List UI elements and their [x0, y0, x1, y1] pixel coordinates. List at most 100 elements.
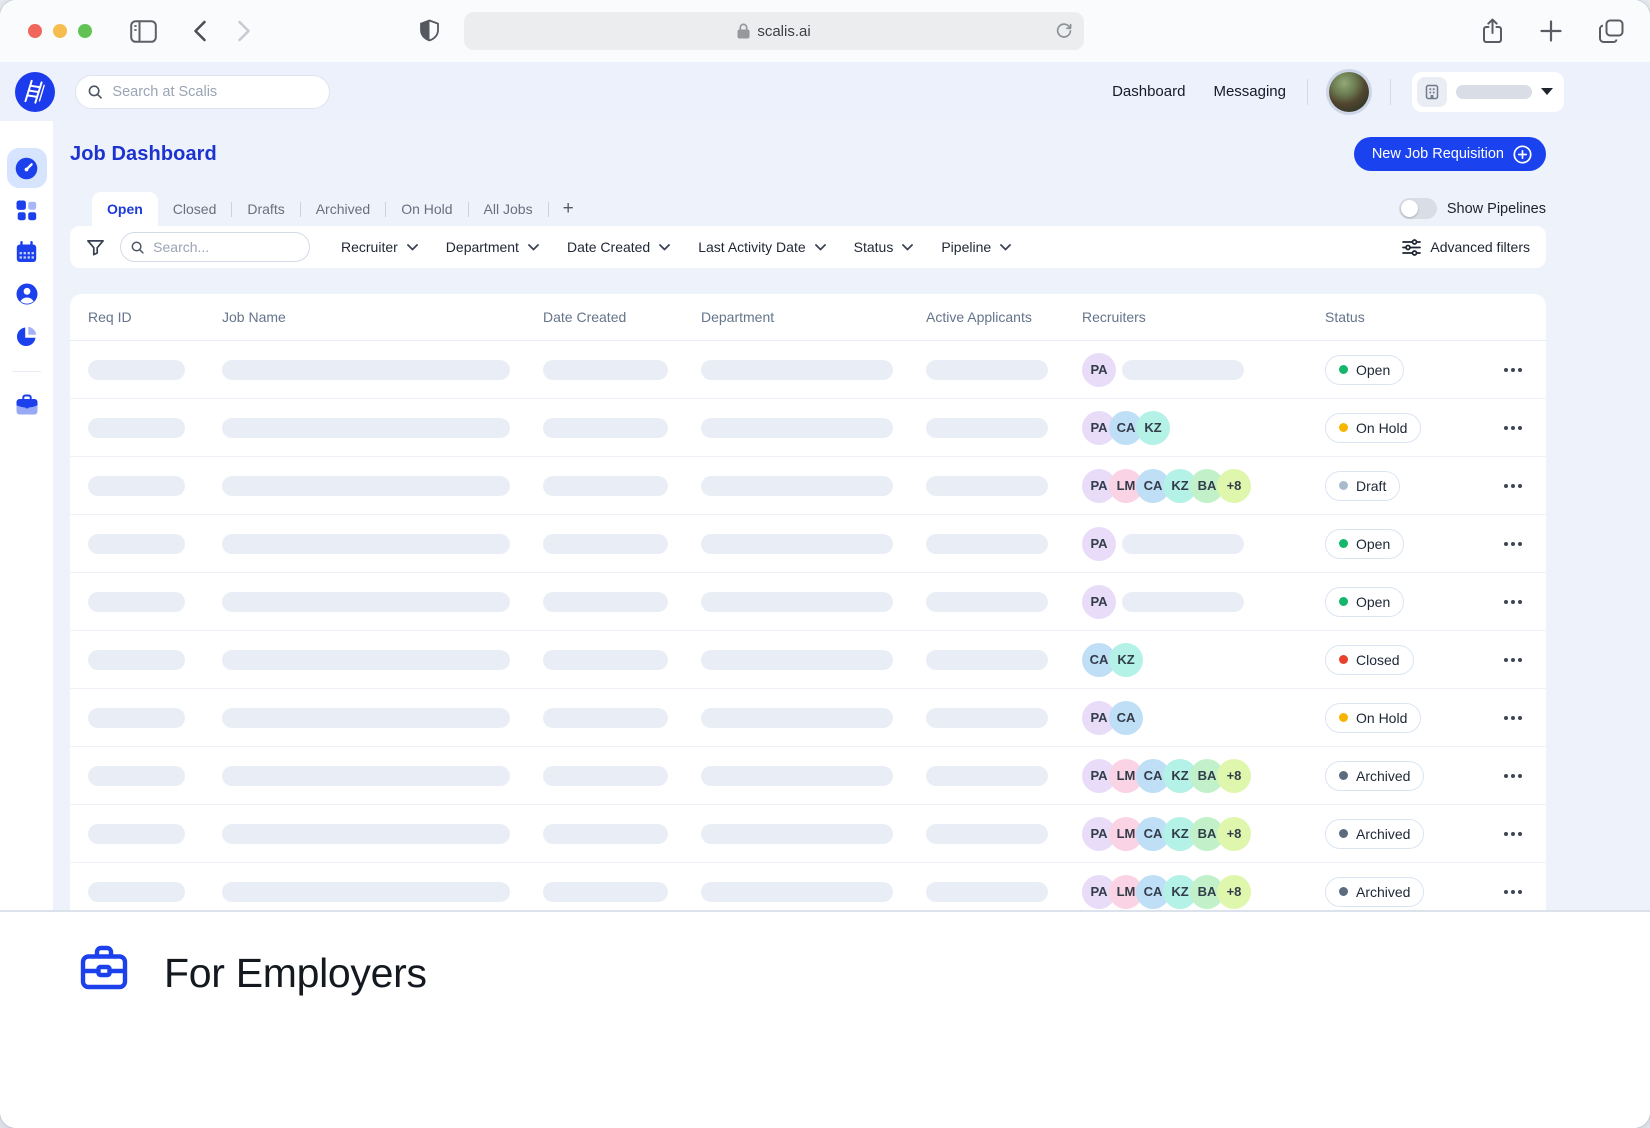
skeleton-cell	[926, 882, 1048, 902]
nav-link-dashboard[interactable]: Dashboard	[1112, 83, 1185, 100]
tab-open[interactable]: Open	[92, 192, 158, 226]
actions-cell	[1490, 766, 1528, 786]
window-zoom-button[interactable]	[78, 24, 92, 38]
tab-on-hold[interactable]: On Hold	[386, 192, 467, 226]
recruiter-avatar[interactable]: +8	[1217, 469, 1251, 503]
advanced-filters-button[interactable]: Advanced filters	[1402, 239, 1530, 256]
table-search[interactable]	[120, 232, 310, 262]
filter-dropdown-label: Department	[446, 239, 519, 255]
filter-dropdown-recruiter[interactable]: Recruiter	[327, 239, 432, 255]
sidebar-toggle-icon[interactable]	[130, 20, 157, 43]
new-tab-icon[interactable]	[1540, 20, 1562, 42]
global-search-input[interactable]	[110, 83, 317, 101]
skeleton-cell	[543, 882, 668, 902]
table-header-row: Req IDJob NameDate CreatedDepartmentActi…	[70, 294, 1546, 341]
skeleton-cell	[222, 766, 510, 786]
status-label: Open	[1356, 536, 1390, 552]
skeleton-cell	[88, 476, 185, 496]
row-menu-button[interactable]	[1498, 534, 1528, 554]
recruiter-avatar[interactable]: PA	[1082, 585, 1116, 619]
sidebar-item-reports[interactable]	[7, 316, 47, 356]
sidebar	[0, 121, 53, 910]
recruiter-avatar[interactable]: KZ	[1109, 643, 1143, 677]
row-menu-button[interactable]	[1498, 418, 1528, 438]
chevron-down-icon	[407, 244, 418, 251]
row-menu-button[interactable]	[1498, 650, 1528, 670]
actions-cell	[1490, 882, 1528, 902]
skeleton-cell	[222, 824, 510, 844]
filter-dropdown-department[interactable]: Department	[432, 239, 553, 255]
browser-window: scalis.ai Dashboard Messaging	[0, 0, 1650, 1128]
tab-archived[interactable]: Archived	[301, 192, 385, 226]
new-job-requisition-button[interactable]: New Job Requisition	[1354, 137, 1546, 171]
address-bar[interactable]: scalis.ai	[464, 12, 1084, 50]
row-menu-button[interactable]	[1498, 766, 1528, 786]
tab-all-jobs[interactable]: All Jobs	[469, 192, 548, 226]
shield-icon[interactable]	[419, 19, 440, 43]
refresh-icon[interactable]	[1055, 22, 1073, 40]
row-menu-button[interactable]	[1498, 360, 1528, 380]
skeleton-cell	[926, 650, 1048, 670]
status-label: Archived	[1356, 826, 1410, 842]
recruiter-avatar[interactable]: PA	[1082, 353, 1116, 387]
actions-cell	[1490, 592, 1528, 612]
briefcase-icon	[15, 394, 39, 416]
recruiter-avatar[interactable]: PA	[1082, 527, 1116, 561]
sidebar-item-jobs[interactable]	[7, 190, 47, 230]
nav-link-messaging[interactable]: Messaging	[1213, 83, 1286, 100]
user-avatar[interactable]	[1329, 72, 1369, 112]
chevron-down-icon	[659, 244, 670, 251]
row-menu-button[interactable]	[1498, 882, 1528, 902]
sidebar-item-employers[interactable]	[7, 385, 47, 425]
status-dot	[1339, 597, 1348, 606]
filter-dropdown-status[interactable]: Status	[840, 239, 928, 255]
add-tab-button[interactable]: +	[549, 192, 588, 226]
recruiter-avatar[interactable]: CA	[1109, 701, 1143, 735]
window-minimize-button[interactable]	[53, 24, 67, 38]
filter-funnel-icon[interactable]	[86, 238, 105, 257]
tabs-row: OpenClosedDraftsArchivedOn HoldAll Jobs+…	[70, 192, 1546, 226]
sidebar-divider	[12, 371, 41, 372]
recruiter-avatar[interactable]: KZ	[1136, 411, 1170, 445]
filter-dropdown-label: Recruiter	[341, 239, 398, 255]
org-selector[interactable]	[1412, 72, 1564, 112]
row-menu-button[interactable]	[1498, 824, 1528, 844]
skeleton-cell	[222, 650, 510, 670]
skeleton-cell	[701, 592, 893, 612]
recruiter-avatar[interactable]: +8	[1217, 875, 1251, 909]
share-icon[interactable]	[1482, 18, 1503, 44]
status-dot	[1339, 771, 1348, 780]
filter-dropdown-last-activity-date[interactable]: Last Activity Date	[684, 239, 839, 255]
calendar-icon	[15, 241, 38, 264]
skeleton-cell	[88, 592, 185, 612]
row-menu-button[interactable]	[1498, 592, 1528, 612]
actions-cell	[1490, 418, 1528, 438]
filter-dropdown-date-created[interactable]: Date Created	[553, 239, 684, 255]
tabs: OpenClosedDraftsArchivedOn HoldAll Jobs+	[92, 192, 588, 226]
column-header-status: Status	[1325, 309, 1490, 325]
scalis-logo[interactable]	[15, 72, 55, 112]
skeleton-cell	[88, 766, 185, 786]
show-pipelines-toggle[interactable]	[1399, 198, 1437, 219]
tab-closed[interactable]: Closed	[158, 192, 232, 226]
forward-button[interactable]	[237, 20, 251, 42]
row-menu-button[interactable]	[1498, 476, 1528, 496]
filter-dropdown-pipeline[interactable]: Pipeline	[927, 239, 1025, 255]
recruiter-avatar[interactable]: +8	[1217, 817, 1251, 851]
skeleton-cell	[543, 824, 668, 844]
tab-drafts[interactable]: Drafts	[232, 192, 299, 226]
global-search[interactable]	[75, 75, 330, 109]
jobs-table: Req IDJob NameDate CreatedDepartmentActi…	[70, 294, 1546, 910]
sidebar-item-dashboard[interactable]	[7, 148, 47, 188]
sidebar-item-calendar[interactable]	[7, 232, 47, 272]
recruiter-avatar[interactable]: +8	[1217, 759, 1251, 793]
back-button[interactable]	[193, 20, 207, 42]
window-close-button[interactable]	[28, 24, 42, 38]
tab-overview-icon[interactable]	[1599, 19, 1624, 43]
skeleton-cell	[926, 534, 1048, 554]
skeleton-cell	[926, 708, 1048, 728]
table-search-input[interactable]	[151, 238, 299, 256]
skeleton-cell	[701, 534, 893, 554]
sidebar-item-candidates[interactable]	[7, 274, 47, 314]
row-menu-button[interactable]	[1498, 708, 1528, 728]
